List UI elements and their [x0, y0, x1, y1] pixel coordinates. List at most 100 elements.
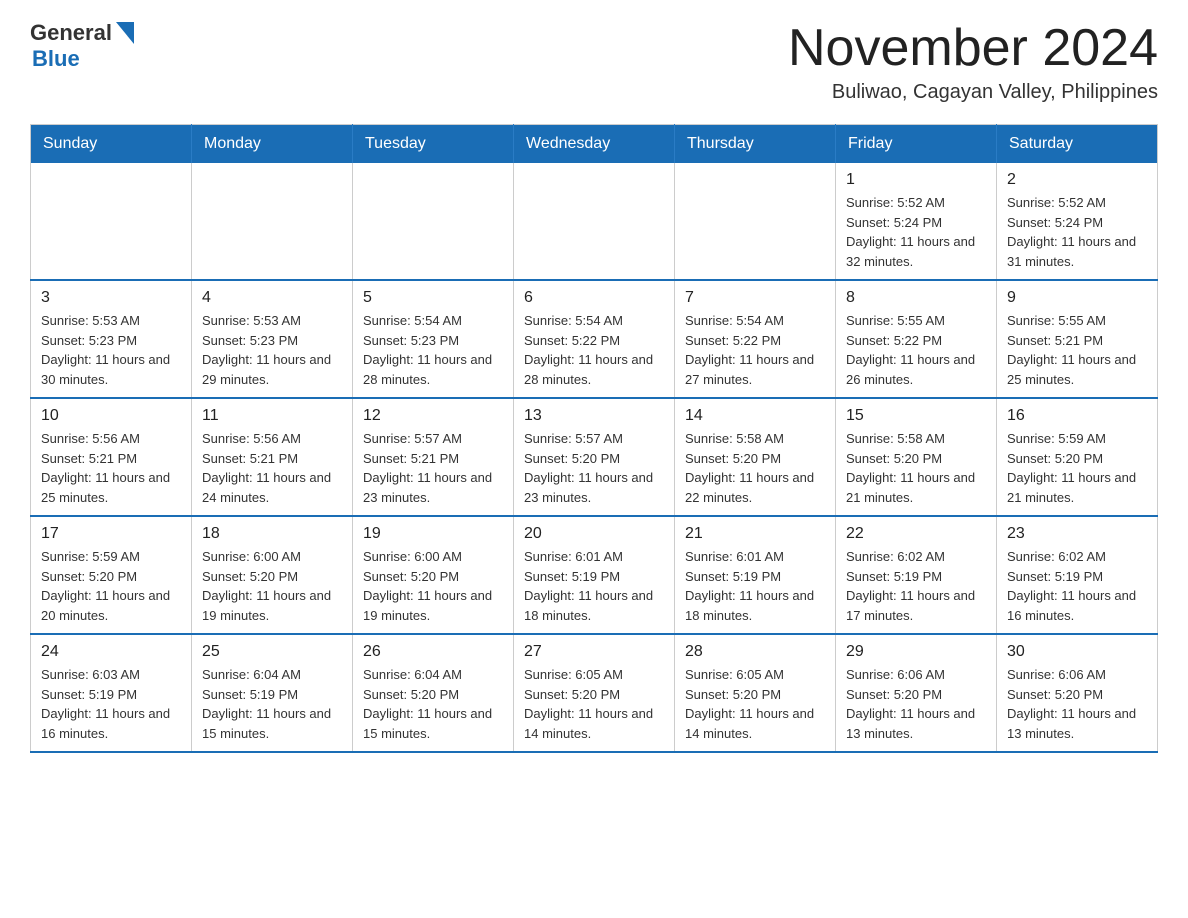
calendar-cell: 28Sunrise: 6:05 AM Sunset: 5:20 PM Dayli… — [675, 634, 836, 752]
day-info: Sunrise: 6:05 AM Sunset: 5:20 PM Dayligh… — [524, 665, 664, 743]
calendar-week-4: 17 Sunrise: 5:59 AM Sunset: 5:20 PM Dayli… — [31, 516, 1158, 634]
calendar-week-1: 1 Sunrise: 5:52 AM Sunset: 5:24 PM Daylig… — [31, 163, 1158, 280]
day-number: 6 — [524, 289, 664, 307]
day-info: Sunrise: 6:06 AM Sunset: 5:20 PM Dayligh… — [1007, 665, 1147, 743]
day-number: 28 — [685, 643, 825, 661]
day-number: 25 — [202, 643, 342, 661]
day-info: Sunrise: 5:54 AM Sunset: 5:22 PM Dayligh… — [524, 311, 664, 389]
day-header-monday: Monday — [192, 125, 353, 164]
day-info: Sunrise: 5:52 AM Sunset: 5:24 PM Dayligh… — [1007, 193, 1147, 271]
day-number: 20 — [524, 525, 664, 543]
day-number: 21 — [685, 525, 825, 543]
calendar-header: SundayMondayTuesdayWednesdayThursdayFrid… — [31, 125, 1158, 164]
day-number: 18 — [202, 525, 342, 543]
day-info: Sunrise: 5:54 AM Sunset: 5:23 PM Dayligh… — [363, 311, 503, 389]
calendar-cell: 12Sunrise: 5:57 AM Sunset: 5:21 PM Dayli… — [353, 398, 514, 516]
days-of-week-row: SundayMondayTuesdayWednesdayThursdayFrid… — [31, 125, 1158, 164]
calendar-cell: 29 Sunrise: 6:06 AM Sunset: 5:20 PM Dayli… — [836, 634, 997, 752]
day-info: Sunrise: 5:53 AM Sunset: 5:23 PM Dayligh… — [41, 311, 181, 389]
day-number: 2 — [1007, 171, 1147, 189]
day-info: Sunrise: 5:52 AM Sunset: 5:24 PM Dayligh… — [846, 193, 986, 271]
day-info: Sunrise: 5:58 AM Sunset: 5:20 PM Dayligh… — [685, 429, 825, 507]
day-info: Sunrise: 5:56 AM Sunset: 5:21 PM Dayligh… — [41, 429, 181, 507]
day-number: 17 — [41, 525, 181, 543]
day-info: Sunrise: 6:04 AM Sunset: 5:19 PM Dayligh… — [202, 665, 342, 743]
calendar-cell: 30 Sunrise: 6:06 AM Sunset: 5:20 PM Dayli… — [997, 634, 1158, 752]
day-info: Sunrise: 6:01 AM Sunset: 5:19 PM Dayligh… — [685, 547, 825, 625]
day-number: 19 — [363, 525, 503, 543]
calendar-cell: 20 Sunrise: 6:01 AM Sunset: 5:19 PM Dayli… — [514, 516, 675, 634]
day-info: Sunrise: 6:03 AM Sunset: 5:19 PM Dayligh… — [41, 665, 181, 743]
day-info: Sunrise: 6:00 AM Sunset: 5:20 PM Dayligh… — [202, 547, 342, 625]
day-number: 4 — [202, 289, 342, 307]
day-number: 16 — [1007, 407, 1147, 425]
calendar-cell: 23 Sunrise: 6:02 AM Sunset: 5:19 PM Dayli… — [997, 516, 1158, 634]
calendar-cell — [353, 163, 514, 280]
day-number: 3 — [41, 289, 181, 307]
day-info: Sunrise: 6:00 AM Sunset: 5:20 PM Dayligh… — [363, 547, 503, 625]
calendar-cell: 16 Sunrise: 5:59 AM Sunset: 5:20 PM Dayli… — [997, 398, 1158, 516]
calendar-cell: 1 Sunrise: 5:52 AM Sunset: 5:24 PM Daylig… — [836, 163, 997, 280]
logo-blue-text: Blue — [32, 46, 134, 72]
calendar-cell: 15 Sunrise: 5:58 AM Sunset: 5:20 PM Dayli… — [836, 398, 997, 516]
location-subtitle: Buliwao, Cagayan Valley, Philippines — [788, 81, 1158, 104]
day-info: Sunrise: 5:59 AM Sunset: 5:20 PM Dayligh… — [41, 547, 181, 625]
calendar-body: 1 Sunrise: 5:52 AM Sunset: 5:24 PM Daylig… — [31, 163, 1158, 752]
calendar-cell: 22Sunrise: 6:02 AM Sunset: 5:19 PM Dayli… — [836, 516, 997, 634]
day-info: Sunrise: 5:54 AM Sunset: 5:22 PM Dayligh… — [685, 311, 825, 389]
calendar-cell: 18 Sunrise: 6:00 AM Sunset: 5:20 PM Dayli… — [192, 516, 353, 634]
calendar-cell: 13 Sunrise: 5:57 AM Sunset: 5:20 PM Dayli… — [514, 398, 675, 516]
day-number: 11 — [202, 407, 342, 425]
day-number: 1 — [846, 171, 986, 189]
day-header-wednesday: Wednesday — [514, 125, 675, 164]
calendar-cell: 25 Sunrise: 6:04 AM Sunset: 5:19 PM Dayli… — [192, 634, 353, 752]
calendar-week-5: 24 Sunrise: 6:03 AM Sunset: 5:19 PM Dayli… — [31, 634, 1158, 752]
calendar-cell: 5Sunrise: 5:54 AM Sunset: 5:23 PM Daylig… — [353, 280, 514, 398]
day-number: 30 — [1007, 643, 1147, 661]
calendar-cell — [514, 163, 675, 280]
day-info: Sunrise: 6:02 AM Sunset: 5:19 PM Dayligh… — [1007, 547, 1147, 625]
calendar-cell: 2 Sunrise: 5:52 AM Sunset: 5:24 PM Daylig… — [997, 163, 1158, 280]
calendar-cell: 27 Sunrise: 6:05 AM Sunset: 5:20 PM Dayli… — [514, 634, 675, 752]
calendar-cell: 3 Sunrise: 5:53 AM Sunset: 5:23 PM Daylig… — [31, 280, 192, 398]
day-number: 9 — [1007, 289, 1147, 307]
day-number: 8 — [846, 289, 986, 307]
day-info: Sunrise: 6:01 AM Sunset: 5:19 PM Dayligh… — [524, 547, 664, 625]
day-number: 15 — [846, 407, 986, 425]
day-info: Sunrise: 5:57 AM Sunset: 5:20 PM Dayligh… — [524, 429, 664, 507]
calendar-cell: 6 Sunrise: 5:54 AM Sunset: 5:22 PM Daylig… — [514, 280, 675, 398]
calendar-cell: 21 Sunrise: 6:01 AM Sunset: 5:19 PM Dayli… — [675, 516, 836, 634]
title-section: November 2024 Buliwao, Cagayan Valley, P… — [788, 20, 1158, 104]
day-number: 13 — [524, 407, 664, 425]
day-number: 14 — [685, 407, 825, 425]
day-number: 26 — [363, 643, 503, 661]
day-number: 7 — [685, 289, 825, 307]
calendar-cell: 14 Sunrise: 5:58 AM Sunset: 5:20 PM Dayli… — [675, 398, 836, 516]
day-info: Sunrise: 5:59 AM Sunset: 5:20 PM Dayligh… — [1007, 429, 1147, 507]
logo: General Blue — [30, 20, 134, 72]
calendar-cell: 24 Sunrise: 6:03 AM Sunset: 5:19 PM Dayli… — [31, 634, 192, 752]
day-header-saturday: Saturday — [997, 125, 1158, 164]
day-info: Sunrise: 6:02 AM Sunset: 5:19 PM Dayligh… — [846, 547, 986, 625]
day-info: Sunrise: 5:56 AM Sunset: 5:21 PM Dayligh… — [202, 429, 342, 507]
calendar-cell: 8Sunrise: 5:55 AM Sunset: 5:22 PM Daylig… — [836, 280, 997, 398]
calendar-cell: 19 Sunrise: 6:00 AM Sunset: 5:20 PM Dayli… — [353, 516, 514, 634]
day-number: 27 — [524, 643, 664, 661]
calendar-cell — [31, 163, 192, 280]
day-header-friday: Friday — [836, 125, 997, 164]
calendar-cell: 26 Sunrise: 6:04 AM Sunset: 5:20 PM Dayli… — [353, 634, 514, 752]
calendar-cell: 7 Sunrise: 5:54 AM Sunset: 5:22 PM Daylig… — [675, 280, 836, 398]
day-header-tuesday: Tuesday — [353, 125, 514, 164]
day-info: Sunrise: 5:58 AM Sunset: 5:20 PM Dayligh… — [846, 429, 986, 507]
day-number: 29 — [846, 643, 986, 661]
day-number: 12 — [363, 407, 503, 425]
day-info: Sunrise: 6:04 AM Sunset: 5:20 PM Dayligh… — [363, 665, 503, 743]
calendar-cell: 4Sunrise: 5:53 AM Sunset: 5:23 PM Daylig… — [192, 280, 353, 398]
day-info: Sunrise: 6:06 AM Sunset: 5:20 PM Dayligh… — [846, 665, 986, 743]
calendar-table: SundayMondayTuesdayWednesdayThursdayFrid… — [30, 124, 1158, 753]
day-number: 23 — [1007, 525, 1147, 543]
page-header: General Blue November 2024 Buliwao, Caga… — [30, 20, 1158, 104]
day-info: Sunrise: 5:55 AM Sunset: 5:21 PM Dayligh… — [1007, 311, 1147, 389]
day-header-sunday: Sunday — [31, 125, 192, 164]
day-number: 24 — [41, 643, 181, 661]
